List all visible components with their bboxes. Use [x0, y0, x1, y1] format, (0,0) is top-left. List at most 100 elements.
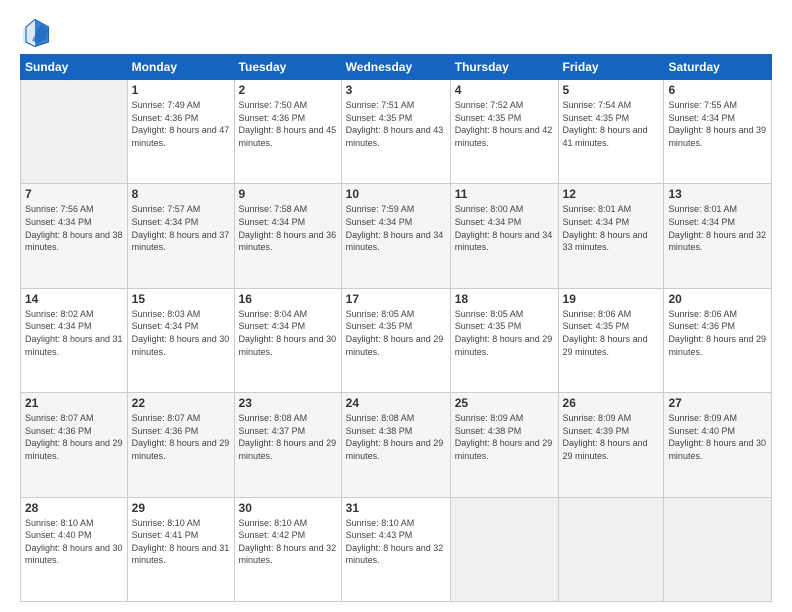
calendar-day-cell: 26 Sunrise: 8:09 AMSunset: 4:39 PMDaylig… — [558, 393, 664, 497]
day-info: Sunrise: 8:09 AMSunset: 4:39 PMDaylight:… — [563, 413, 648, 461]
day-info: Sunrise: 8:07 AMSunset: 4:36 PMDaylight:… — [25, 413, 123, 461]
calendar-week-row: 7 Sunrise: 7:56 AMSunset: 4:34 PMDayligh… — [21, 184, 772, 288]
day-info: Sunrise: 7:59 AMSunset: 4:34 PMDaylight:… — [346, 204, 444, 252]
calendar-week-row: 21 Sunrise: 8:07 AMSunset: 4:36 PMDaylig… — [21, 393, 772, 497]
calendar-day-cell: 22 Sunrise: 8:07 AMSunset: 4:36 PMDaylig… — [127, 393, 234, 497]
day-info: Sunrise: 8:10 AMSunset: 4:43 PMDaylight:… — [346, 518, 444, 566]
calendar-body: 1 Sunrise: 7:49 AMSunset: 4:36 PMDayligh… — [21, 80, 772, 602]
calendar-day-cell: 20 Sunrise: 8:06 AMSunset: 4:36 PMDaylig… — [664, 288, 772, 392]
day-info: Sunrise: 8:09 AMSunset: 4:40 PMDaylight:… — [668, 413, 766, 461]
day-info: Sunrise: 8:06 AMSunset: 4:35 PMDaylight:… — [563, 309, 648, 357]
calendar-day-cell: 21 Sunrise: 8:07 AMSunset: 4:36 PMDaylig… — [21, 393, 128, 497]
day-number: 16 — [239, 292, 337, 306]
day-number: 22 — [132, 396, 230, 410]
day-number: 29 — [132, 501, 230, 515]
day-number: 19 — [563, 292, 660, 306]
weekday-header-cell: Friday — [558, 55, 664, 80]
day-number: 5 — [563, 83, 660, 97]
day-info: Sunrise: 7:51 AMSunset: 4:35 PMDaylight:… — [346, 100, 444, 148]
calendar-day-cell: 6 Sunrise: 7:55 AMSunset: 4:34 PMDayligh… — [664, 80, 772, 184]
day-number: 9 — [239, 187, 337, 201]
calendar-day-cell: 3 Sunrise: 7:51 AMSunset: 4:35 PMDayligh… — [341, 80, 450, 184]
day-number: 26 — [563, 396, 660, 410]
day-info: Sunrise: 7:58 AMSunset: 4:34 PMDaylight:… — [239, 204, 337, 252]
day-info: Sunrise: 7:55 AMSunset: 4:34 PMDaylight:… — [668, 100, 766, 148]
calendar-day-cell: 7 Sunrise: 7:56 AMSunset: 4:34 PMDayligh… — [21, 184, 128, 288]
day-info: Sunrise: 7:50 AMSunset: 4:36 PMDaylight:… — [239, 100, 337, 148]
day-info: Sunrise: 8:02 AMSunset: 4:34 PMDaylight:… — [25, 309, 123, 357]
day-info: Sunrise: 8:10 AMSunset: 4:42 PMDaylight:… — [239, 518, 337, 566]
day-info: Sunrise: 8:08 AMSunset: 4:37 PMDaylight:… — [239, 413, 337, 461]
logo — [20, 18, 54, 48]
day-info: Sunrise: 8:04 AMSunset: 4:34 PMDaylight:… — [239, 309, 337, 357]
day-info: Sunrise: 8:08 AMSunset: 4:38 PMDaylight:… — [346, 413, 444, 461]
day-number: 8 — [132, 187, 230, 201]
day-number: 13 — [668, 187, 767, 201]
calendar-day-cell: 25 Sunrise: 8:09 AMSunset: 4:38 PMDaylig… — [450, 393, 558, 497]
weekday-header-cell: Monday — [127, 55, 234, 80]
day-number: 10 — [346, 187, 446, 201]
day-number: 18 — [455, 292, 554, 306]
calendar-day-cell: 9 Sunrise: 7:58 AMSunset: 4:34 PMDayligh… — [234, 184, 341, 288]
calendar-day-cell: 10 Sunrise: 7:59 AMSunset: 4:34 PMDaylig… — [341, 184, 450, 288]
day-number: 21 — [25, 396, 123, 410]
calendar-day-cell: 24 Sunrise: 8:08 AMSunset: 4:38 PMDaylig… — [341, 393, 450, 497]
day-info: Sunrise: 7:49 AMSunset: 4:36 PMDaylight:… — [132, 100, 230, 148]
calendar-day-cell: 11 Sunrise: 8:00 AMSunset: 4:34 PMDaylig… — [450, 184, 558, 288]
day-info: Sunrise: 8:10 AMSunset: 4:40 PMDaylight:… — [25, 518, 123, 566]
calendar-day-cell: 31 Sunrise: 8:10 AMSunset: 4:43 PMDaylig… — [341, 497, 450, 601]
day-info: Sunrise: 7:56 AMSunset: 4:34 PMDaylight:… — [25, 204, 123, 252]
calendar-day-cell: 1 Sunrise: 7:49 AMSunset: 4:36 PMDayligh… — [127, 80, 234, 184]
day-number: 20 — [668, 292, 767, 306]
calendar-day-cell: 2 Sunrise: 7:50 AMSunset: 4:36 PMDayligh… — [234, 80, 341, 184]
calendar-day-cell — [21, 80, 128, 184]
weekday-header-row: SundayMondayTuesdayWednesdayThursdayFrid… — [21, 55, 772, 80]
day-info: Sunrise: 8:05 AMSunset: 4:35 PMDaylight:… — [455, 309, 553, 357]
day-info: Sunrise: 8:01 AMSunset: 4:34 PMDaylight:… — [668, 204, 766, 252]
day-number: 27 — [668, 396, 767, 410]
day-number: 23 — [239, 396, 337, 410]
calendar-table: SundayMondayTuesdayWednesdayThursdayFrid… — [20, 54, 772, 602]
calendar-day-cell: 13 Sunrise: 8:01 AMSunset: 4:34 PMDaylig… — [664, 184, 772, 288]
day-number: 7 — [25, 187, 123, 201]
day-number: 30 — [239, 501, 337, 515]
calendar-day-cell — [664, 497, 772, 601]
page: SundayMondayTuesdayWednesdayThursdayFrid… — [0, 0, 792, 612]
calendar-day-cell: 8 Sunrise: 7:57 AMSunset: 4:34 PMDayligh… — [127, 184, 234, 288]
day-number: 31 — [346, 501, 446, 515]
day-number: 25 — [455, 396, 554, 410]
weekday-header-cell: Saturday — [664, 55, 772, 80]
day-info: Sunrise: 7:52 AMSunset: 4:35 PMDaylight:… — [455, 100, 553, 148]
calendar-day-cell: 27 Sunrise: 8:09 AMSunset: 4:40 PMDaylig… — [664, 393, 772, 497]
calendar-day-cell: 15 Sunrise: 8:03 AMSunset: 4:34 PMDaylig… — [127, 288, 234, 392]
day-number: 11 — [455, 187, 554, 201]
calendar-day-cell — [558, 497, 664, 601]
day-info: Sunrise: 8:00 AMSunset: 4:34 PMDaylight:… — [455, 204, 553, 252]
calendar-day-cell: 19 Sunrise: 8:06 AMSunset: 4:35 PMDaylig… — [558, 288, 664, 392]
day-number: 1 — [132, 83, 230, 97]
calendar-week-row: 1 Sunrise: 7:49 AMSunset: 4:36 PMDayligh… — [21, 80, 772, 184]
day-info: Sunrise: 8:05 AMSunset: 4:35 PMDaylight:… — [346, 309, 444, 357]
day-number: 24 — [346, 396, 446, 410]
header-row — [20, 18, 772, 48]
day-number: 6 — [668, 83, 767, 97]
day-info: Sunrise: 8:01 AMSunset: 4:34 PMDaylight:… — [563, 204, 648, 252]
day-number: 3 — [346, 83, 446, 97]
calendar-day-cell: 23 Sunrise: 8:08 AMSunset: 4:37 PMDaylig… — [234, 393, 341, 497]
day-info: Sunrise: 8:10 AMSunset: 4:41 PMDaylight:… — [132, 518, 230, 566]
calendar-week-row: 14 Sunrise: 8:02 AMSunset: 4:34 PMDaylig… — [21, 288, 772, 392]
day-number: 28 — [25, 501, 123, 515]
day-info: Sunrise: 8:06 AMSunset: 4:36 PMDaylight:… — [668, 309, 766, 357]
calendar-day-cell: 29 Sunrise: 8:10 AMSunset: 4:41 PMDaylig… — [127, 497, 234, 601]
day-info: Sunrise: 8:09 AMSunset: 4:38 PMDaylight:… — [455, 413, 553, 461]
day-number: 15 — [132, 292, 230, 306]
calendar-day-cell: 18 Sunrise: 8:05 AMSunset: 4:35 PMDaylig… — [450, 288, 558, 392]
weekday-header-cell: Tuesday — [234, 55, 341, 80]
calendar-day-cell: 16 Sunrise: 8:04 AMSunset: 4:34 PMDaylig… — [234, 288, 341, 392]
day-info: Sunrise: 7:54 AMSunset: 4:35 PMDaylight:… — [563, 100, 648, 148]
day-info: Sunrise: 8:07 AMSunset: 4:36 PMDaylight:… — [132, 413, 230, 461]
calendar-day-cell — [450, 497, 558, 601]
weekday-header-cell: Sunday — [21, 55, 128, 80]
day-number: 12 — [563, 187, 660, 201]
weekday-header-cell: Wednesday — [341, 55, 450, 80]
